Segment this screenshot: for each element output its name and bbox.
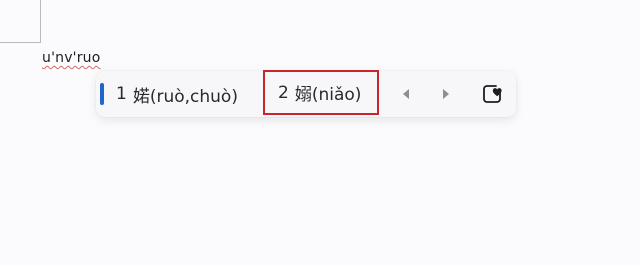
heart-box-icon-svg [483,85,502,103]
composition-text: u'nv'ruo [42,50,101,66]
candidate-caret [100,83,104,105]
candidate-index: 1 [116,84,127,104]
caret-left-icon[interactable] [396,84,416,104]
candidate-text: 嫋(niǎo) [294,85,362,105]
caret-right-icon[interactable] [436,84,456,104]
page-corner-marker [0,0,41,43]
ime-candidate-bar: 1 婼(ruò,chuò) 2 嫋(niǎo) [96,70,516,117]
candidate-index: 2 [278,82,289,103]
candidate-text: 婼(ruò,chuò) [132,86,238,107]
candidate-2[interactable]: 2 嫋(niǎo) [263,70,379,115]
caret-right-icon-svg [443,89,449,99]
caret-left-icon-svg [403,89,409,99]
candidate-1[interactable]: 1 婼(ruò,chuò) [108,71,258,117]
heart-box-icon[interactable] [479,81,505,107]
